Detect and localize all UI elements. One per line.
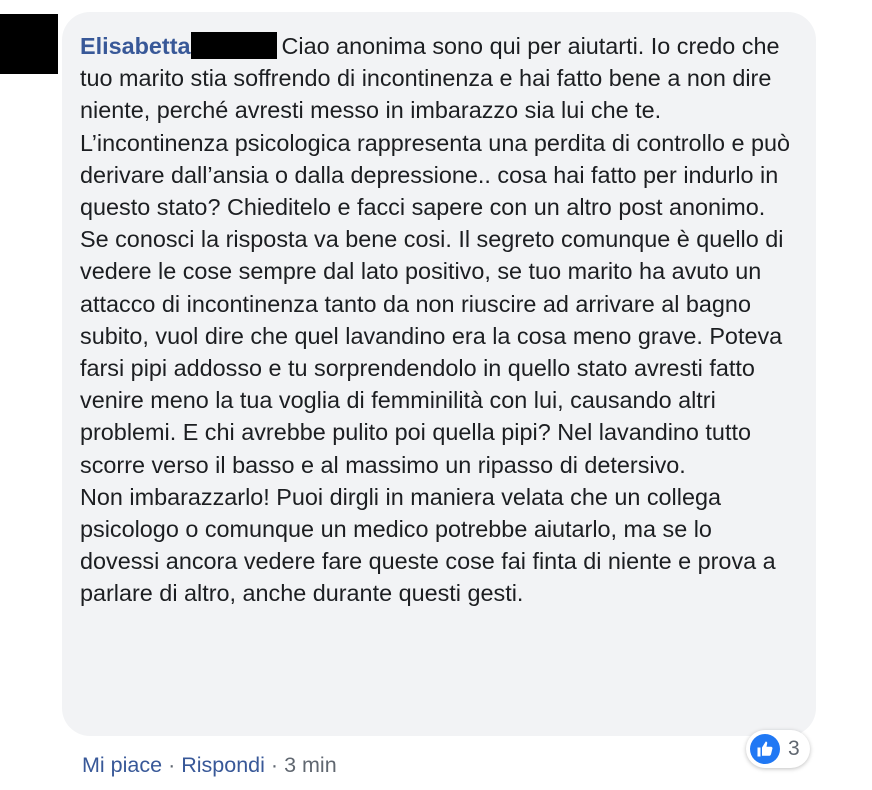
comment-bubble: Elisabetta Ciao anonima sono qui per aiut… [62,12,816,736]
comment-body: Elisabetta Ciao anonima sono qui per aiut… [80,30,796,610]
reaction-count: 3 [788,737,800,760]
reply-button[interactable]: Rispondi [181,753,265,778]
separator-dot: · [270,753,279,777]
comment-text: Ciao anonima sono qui per aiutarti. Io c… [80,33,790,607]
separator-dot: · [168,753,176,777]
comment-actions: Mi piace · Rispondi · 3 min [82,753,337,778]
like-button[interactable]: Mi piace [82,753,162,778]
redacted-surname [190,32,277,59]
comment-timestamp[interactable]: 3 min [284,753,337,778]
avatar[interactable] [0,14,58,74]
reaction-summary[interactable]: 3 [746,730,810,768]
comment-author-link[interactable]: Elisabetta [80,33,191,59]
thumbs-up-icon [750,734,780,764]
